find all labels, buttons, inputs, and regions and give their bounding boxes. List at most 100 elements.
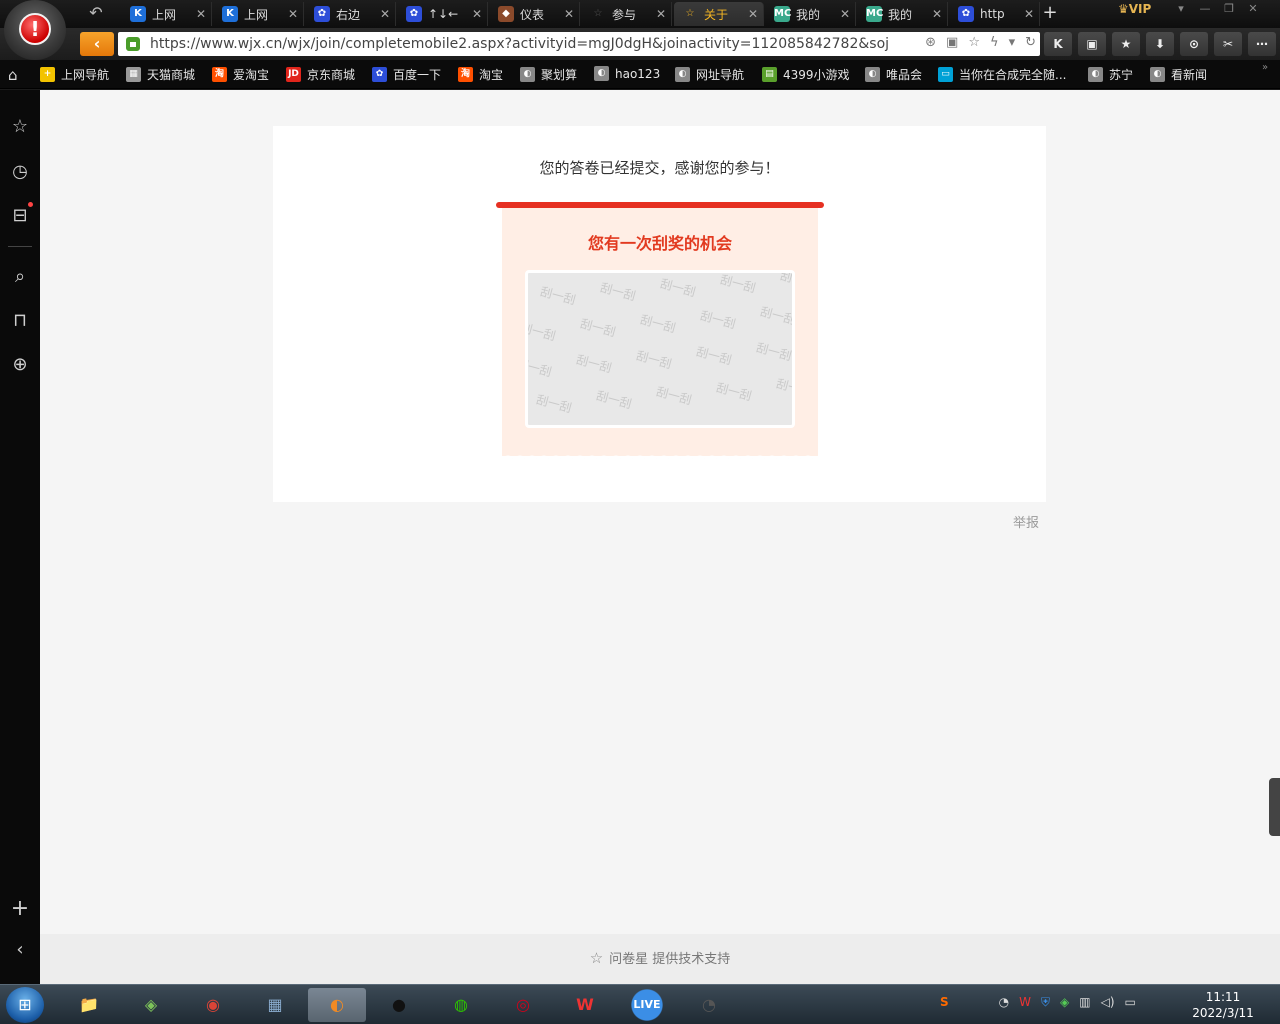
tab-close-icon[interactable]: ✕ [748, 7, 758, 21]
tab-close-icon[interactable]: ✕ [472, 7, 482, 21]
bookmark-item[interactable]: 淘爱淘宝 [212, 66, 269, 83]
report-link[interactable]: 举报 [1013, 512, 1039, 531]
toolbar-icons: K ▣ ★ ⬇ ⊙ ✂ ⋯ [1044, 32, 1276, 56]
search-icon[interactable]: ⌕ [8, 265, 32, 289]
bookmark-item[interactable]: ◐ 聚划算 [520, 66, 577, 83]
more-menu-icon[interactable]: ⋯ [1248, 32, 1276, 56]
undo-close-tab-icon[interactable]: ↶ [84, 3, 108, 23]
lock-icon[interactable]: ▣ [1078, 32, 1106, 56]
tab-close-icon[interactable]: ✕ [380, 7, 390, 21]
tab-close-icon[interactable]: ✕ [840, 7, 850, 21]
star-favicon-icon: ☆ [593, 8, 603, 19]
tab-2[interactable]: ✿ 右边 ✕ [306, 2, 396, 26]
taskbar-netease-music-icon[interactable]: ◎ [494, 988, 552, 1022]
tab-3[interactable]: ✿ ↑↓← ✕ [398, 2, 488, 26]
refresh-icon[interactable]: ↻ [1025, 35, 1036, 50]
tab-4[interactable]: ◆ 仪表 ✕ [490, 2, 580, 26]
back-button[interactable]: ‹ [80, 32, 114, 56]
bookmark-item[interactable]: ◐ 看新闻 [1150, 66, 1207, 83]
start-button[interactable]: ⊞ [6, 987, 44, 1023]
image-icon[interactable]: ▣ [946, 35, 958, 50]
bookmark-star-icon[interactable]: ★ [1112, 32, 1140, 56]
scissors-icon[interactable]: ✂ [1214, 32, 1242, 56]
bookmark-item[interactable]: + 上网导航 [40, 66, 109, 83]
tray-security-icon[interactable]: ◈ [1060, 995, 1069, 1010]
vip-badge[interactable]: ♛VIP [1118, 2, 1151, 16]
bookmark-overflow-icon[interactable]: » [1262, 62, 1268, 73]
bookmark-label: 淘宝 [479, 68, 504, 82]
tab-0[interactable]: K 上网 ✕ [122, 2, 212, 26]
tray-network-icon[interactable]: ▥ [1079, 995, 1090, 1010]
tab-9[interactable]: ✿ http ✕ [950, 2, 1040, 26]
taskbar-wechat-icon[interactable]: ◍ [432, 988, 490, 1022]
tray-action-center-icon[interactable]: ▭ [1125, 995, 1136, 1010]
tab-1[interactable]: K 上网 ✕ [214, 2, 304, 26]
tab-6[interactable]: ☆ 关于 ✕ [674, 2, 764, 26]
taskbar-qq-icon[interactable]: ● [370, 988, 428, 1022]
inbox-icon[interactable]: ⊟ [8, 204, 32, 228]
new-tab-button[interactable]: + [1040, 2, 1060, 24]
bookmark-item[interactable]: 淘淘宝 [458, 66, 503, 83]
bookmark-item[interactable]: ▭ 当你在合成完全随... [938, 66, 1066, 83]
scratch-watermark: 刮一刮 [714, 380, 754, 404]
add-icon[interactable]: + [8, 897, 32, 921]
close-icon[interactable]: ✕ [1244, 2, 1262, 15]
scratch-area[interactable]: 刮一刮 刮一刮 刮一刮 刮一刮 刮一刮 刮一刮 刮一刮 刮一刮 刮一刮 刮一刮 刮一刮 刮一刮 刮一刮刮… [525, 270, 795, 428]
taskbar-monitor-icon[interactable]: ▦ [246, 988, 304, 1022]
taskbar-chrome-icon[interactable]: ◉ [184, 988, 242, 1022]
tab-close-icon[interactable]: ✕ [564, 7, 574, 21]
browser-menu-orb[interactable]: ! [4, 0, 66, 60]
tab-close-icon[interactable]: ✕ [196, 7, 206, 21]
taskbar-owl-app-icon[interactable]: ◔ [680, 988, 738, 1022]
scratch-watermark: 刮一刮 [754, 340, 794, 364]
bookmark-item[interactable]: ▦ 天猫商城 [126, 66, 195, 83]
taskbar-maps-icon[interactable]: ◈ [122, 988, 180, 1022]
taskbar-live-icon[interactable]: LIVE [618, 988, 676, 1022]
bookmark-item[interactable]: ◐ 唯品会 [865, 66, 922, 83]
tray-volume-icon[interactable]: ◁) [1101, 995, 1115, 1010]
dropdown-icon[interactable]: ▾ [1009, 35, 1016, 50]
tray-wps-icon[interactable]: W [1019, 995, 1031, 1010]
tab-close-icon[interactable]: ✕ [656, 7, 666, 21]
favorites-star-icon[interactable]: ☆ [8, 115, 32, 139]
sogou-ime-icon[interactable]: S [940, 995, 949, 1010]
bookmark-item[interactable]: ✿ 百度一下 [372, 66, 441, 83]
skin-icon[interactable]: ▾ [1172, 2, 1190, 15]
taskbar-explorer-icon[interactable]: 📁 [60, 988, 118, 1022]
collapse-sidebar-icon[interactable]: ‹ [8, 938, 32, 962]
taskbar-wps-icon[interactable]: W [556, 988, 614, 1022]
bookmark-item[interactable]: ◐ 苏宁 [1088, 66, 1133, 83]
address-bar[interactable]: https://www.wjx.cn/wjx/join/completemobi… [118, 32, 1040, 56]
bookmark-item[interactable]: ▤ 4399小游戏 [762, 66, 850, 83]
bookmark-item[interactable]: ◐ 网址导航 [675, 66, 744, 83]
tray-shield-icon[interactable]: ⛨ [1041, 995, 1050, 1010]
url-text[interactable]: https://www.wjx.cn/wjx/join/completemobi… [150, 36, 890, 52]
taskbar-browser-icon[interactable]: ◐ [308, 988, 366, 1022]
tab-7[interactable]: MC 我的 ✕ [766, 2, 856, 26]
bookmark-item[interactable]: JD 京东商城 [286, 66, 355, 83]
scratch-watermark: 刮一刮 [578, 316, 618, 340]
gamepad-icon[interactable]: ⊙ [1180, 32, 1208, 56]
lightning-icon[interactable]: ϟ [990, 35, 999, 50]
tab-close-icon[interactable]: ✕ [288, 7, 298, 21]
compat-mode-icon[interactable]: ⊛ [925, 35, 936, 50]
download-icon[interactable]: ⬇ [1146, 32, 1174, 56]
k-extension-icon[interactable]: K [1044, 32, 1072, 56]
home-icon[interactable]: ⌂ [8, 66, 18, 84]
maximize-icon[interactable]: ❐ [1220, 2, 1238, 15]
footer-text[interactable]: 问卷星 提供技术支持 [609, 952, 730, 967]
shopping-bag-icon[interactable]: ⊓ [8, 309, 32, 333]
favorite-star-icon[interactable]: ☆ [968, 35, 980, 50]
tray-owl-icon[interactable]: ◔ [999, 995, 1009, 1010]
history-clock-icon[interactable]: ◷ [8, 160, 32, 184]
clock[interactable]: 11:11 2022/3/11 [1190, 989, 1256, 1021]
minimize-icon[interactable]: — [1196, 2, 1214, 15]
side-panel-handle[interactable] [1269, 778, 1280, 836]
tab-8[interactable]: MC 我的 ✕ [858, 2, 948, 26]
tab-close-icon[interactable]: ✕ [932, 7, 942, 21]
bookmark-item[interactable]: ◐ hao123 [594, 66, 660, 81]
gamepad-icon[interactable]: ⊕ [8, 353, 32, 377]
tab-close-icon[interactable]: ✕ [1024, 7, 1034, 21]
address-bar-icons: ⊛ ▣ ☆ ϟ ▾ ↻ [925, 35, 1036, 50]
tab-5[interactable]: ☆ 参与 ✕ [582, 2, 672, 26]
